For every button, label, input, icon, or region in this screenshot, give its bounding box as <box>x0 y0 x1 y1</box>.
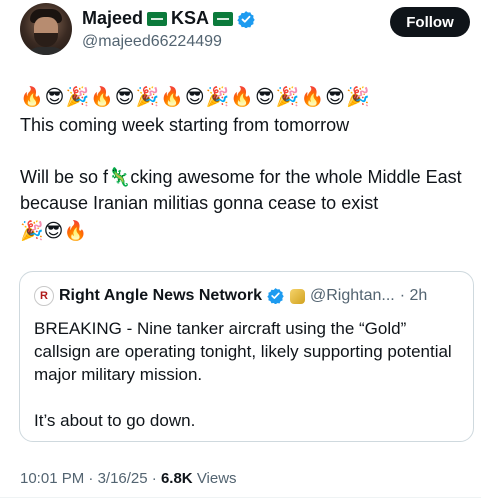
tweet-trailing-emoji: 🎉😎🔥 <box>20 221 88 242</box>
meta-separator-2: · <box>151 470 161 487</box>
author-name[interactable]: Majeed <box>82 8 143 29</box>
avatar[interactable] <box>20 3 72 55</box>
views-label: Views <box>196 470 237 487</box>
quoted-verified-badge-icon <box>267 287 285 305</box>
author-handle[interactable]: @majeed66224499 <box>82 33 222 51</box>
tweet-meta: 10:01 PM · 3/16/25 · 6.8K Views <box>20 470 237 487</box>
saudi-flag-icon <box>147 11 168 26</box>
views-count: 6.8K <box>160 470 193 487</box>
quoted-timestamp[interactable]: · 2h <box>400 287 428 305</box>
tweet-emoji-line: 🔥😎🎉🔥😎🎉🔥😎🎉🔥😎🎉🔥😎🎉 <box>20 87 371 108</box>
avatar-beard <box>34 33 58 47</box>
quoted-author-name[interactable]: Right Angle News Network <box>59 287 262 305</box>
saudi-flag-icon-2 <box>213 11 234 26</box>
tweet-text: This coming week starting from tomorrow … <box>20 115 462 213</box>
divider <box>0 497 481 498</box>
quoted-author-handle[interactable]: @Rightan... <box>310 287 395 305</box>
quoted-tweet-header: R Right Angle News Network @Rightan... ·… <box>34 286 427 306</box>
meta-separator: · <box>88 470 98 487</box>
tweet-date[interactable]: 3/16/25 <box>98 470 148 487</box>
author-name-suffix[interactable]: KSA <box>171 8 209 29</box>
affiliate-badge-icon <box>289 288 305 304</box>
tweet-time[interactable]: 10:01 PM <box>20 470 84 487</box>
avatar-shirt <box>24 47 68 55</box>
follow-button[interactable]: Follow <box>390 7 470 37</box>
tweet-header: Majeed KSA @majeed66224499 Follow <box>20 3 470 59</box>
verified-badge-icon <box>237 10 255 28</box>
author-name-row[interactable]: Majeed KSA <box>82 8 255 29</box>
quoted-tweet-text: BREAKING - Nine tanker aircraft using th… <box>34 319 452 430</box>
quoted-tweet-card[interactable]: R Right Angle News Network @Rightan... ·… <box>19 271 474 442</box>
quoted-avatar-logo[interactable]: R <box>34 286 54 306</box>
